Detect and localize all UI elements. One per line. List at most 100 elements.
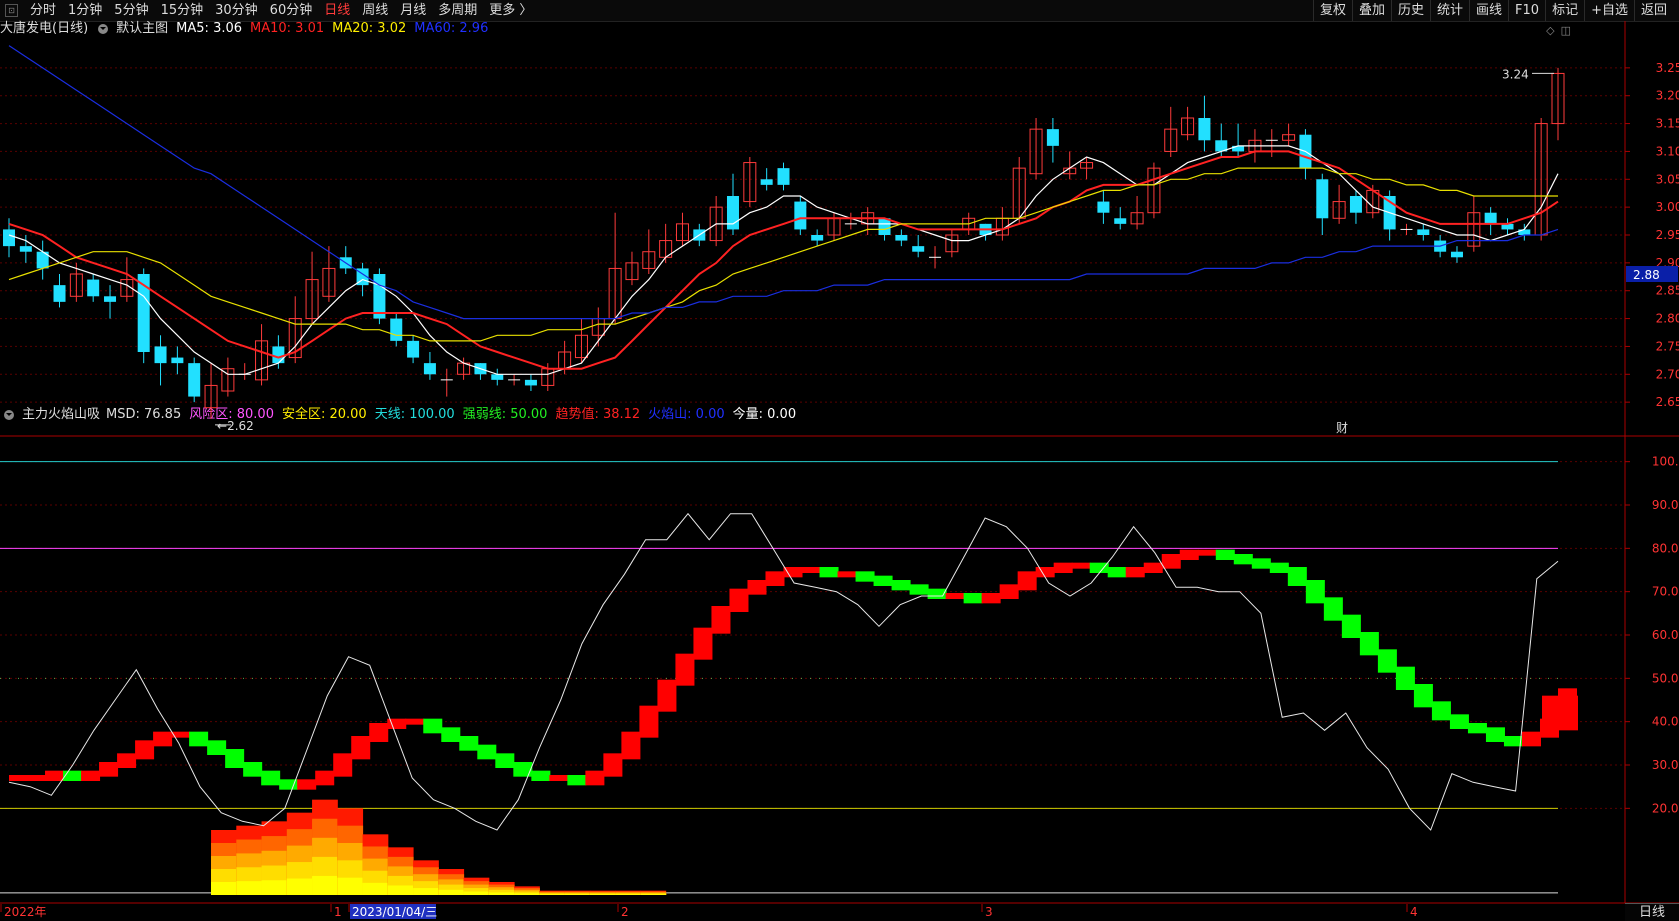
candle-body <box>188 363 201 397</box>
candle <box>1349 190 1362 224</box>
candle <box>811 229 824 247</box>
trend-step <box>513 762 533 777</box>
date-text: 1 <box>334 905 342 919</box>
flame-layer <box>539 894 566 895</box>
flame-bar <box>564 890 591 895</box>
msd-line <box>8 512 1559 831</box>
price-label: 2.80 <box>1656 312 1679 326</box>
candle <box>642 229 656 274</box>
trend-step <box>1269 562 1289 573</box>
candle <box>491 368 504 386</box>
flame-bar <box>640 890 667 895</box>
candle-body <box>1316 179 1329 219</box>
candle <box>1097 190 1110 224</box>
trend-step <box>801 567 821 573</box>
trend-step <box>1071 562 1091 569</box>
candle <box>238 363 251 380</box>
candle <box>373 268 386 325</box>
trend-step <box>333 753 353 777</box>
candle <box>1164 106 1178 157</box>
candle-body <box>1114 218 1127 224</box>
trend-step <box>45 770 65 781</box>
candle <box>1012 157 1026 224</box>
candle-body <box>1097 201 1110 213</box>
candle <box>1265 129 1278 157</box>
main-chart: 3.24 ←2.62 财 <box>3 45 1565 435</box>
date-label-0: 2022年 <box>0 904 47 919</box>
trend-step <box>1287 567 1307 586</box>
trend-step <box>1035 567 1055 578</box>
trend-step <box>873 575 893 586</box>
trend-step <box>1053 562 1073 573</box>
trend-step <box>297 779 317 790</box>
date-text: 2023/01/04/三 <box>352 905 437 919</box>
price-label: 2.85 <box>1656 284 1679 298</box>
candle <box>1232 123 1245 157</box>
period-tab-daily[interactable]: 日线 <box>1625 903 1679 921</box>
flame-layer <box>640 894 667 895</box>
flame-layer <box>211 882 237 895</box>
flame-layer <box>337 877 364 895</box>
trend-step <box>315 770 335 786</box>
candle <box>188 357 201 403</box>
trend-step <box>639 705 659 738</box>
sub-label: 50.00 <box>1652 671 1679 685</box>
candle <box>53 274 66 308</box>
price-label: 2.75 <box>1656 339 1679 353</box>
candle-body <box>19 246 32 252</box>
trend-step <box>855 571 875 582</box>
candle <box>743 157 757 208</box>
trend-step <box>1161 554 1181 569</box>
trend-step <box>693 627 713 660</box>
candle <box>204 363 218 419</box>
trend-step <box>1125 567 1145 578</box>
date-text: 4 <box>1410 905 1418 919</box>
candle-body <box>104 296 117 302</box>
trend-step <box>117 753 137 768</box>
chart-canvas[interactable]: 3.24 ←2.62 财 3.25 3.20 3.15 3.10 3.05 3.00 2.95 2… <box>0 0 1679 920</box>
trend-step <box>1467 723 1487 734</box>
trend-step <box>1395 666 1415 690</box>
trend-step <box>909 584 929 595</box>
flame-bar <box>362 834 389 895</box>
candle <box>895 229 908 247</box>
candle-body <box>171 357 184 364</box>
candle <box>1501 218 1514 235</box>
candle-body <box>794 201 807 230</box>
candle <box>794 196 807 235</box>
candle <box>777 162 790 191</box>
flame-bar <box>589 890 616 895</box>
candle <box>1316 173 1329 235</box>
candle <box>1029 118 1043 180</box>
trend-step <box>81 770 101 781</box>
candle <box>1147 162 1161 219</box>
candle-body <box>760 179 773 185</box>
candle-body <box>1198 118 1211 141</box>
trend-step <box>1485 727 1505 742</box>
flame-layer <box>514 893 540 895</box>
candle <box>929 246 942 269</box>
price-label: 2.65 <box>1656 395 1679 409</box>
trend-step <box>675 653 695 686</box>
candle <box>1518 223 1531 241</box>
flame-layer <box>615 894 641 895</box>
price-label: 2.95 <box>1656 228 1679 242</box>
sub-label: 40.00 <box>1652 715 1679 729</box>
flame-bar <box>312 799 338 895</box>
candle-body <box>811 235 824 241</box>
trend-step <box>1359 632 1379 656</box>
candle <box>1130 196 1144 230</box>
sub-label: 100.0 <box>1652 455 1679 469</box>
trend-step <box>153 731 173 747</box>
axes: 3.253.203.153.103.053.002.952.902.852.80… <box>0 61 1679 919</box>
trend-step <box>1215 549 1235 560</box>
trend-step <box>1305 580 1325 604</box>
trend-step <box>657 679 677 712</box>
candle <box>1400 223 1413 235</box>
trend-step <box>9 775 29 781</box>
candle <box>1332 184 1346 224</box>
trend-step <box>891 580 911 591</box>
date-label-1: 1 <box>330 904 342 919</box>
candle-body <box>390 318 403 341</box>
candle <box>508 374 521 386</box>
